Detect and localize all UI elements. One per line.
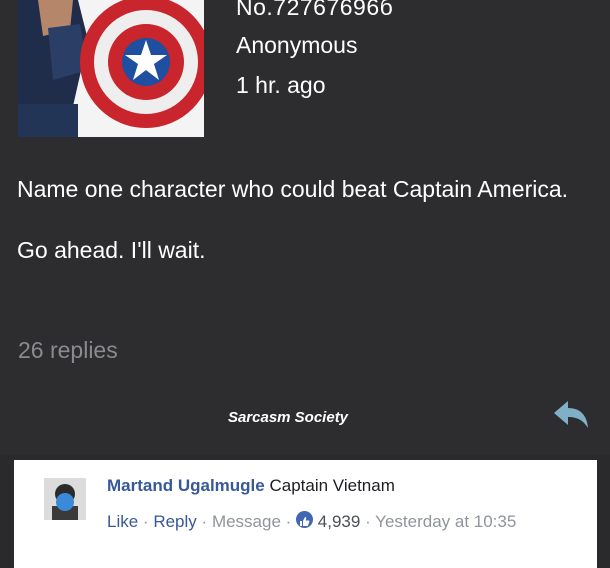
separator: · — [142, 512, 149, 531]
comment-timestamp[interactable]: Yesterday at 10:35 — [375, 512, 516, 531]
separator: · — [285, 512, 292, 531]
watermark-text: Sarcasm Society — [227, 409, 349, 426]
post-number: No.72767696б — [236, 0, 394, 20]
share-arrow-icon[interactable] — [552, 398, 590, 432]
like-count[interactable]: 4,939 — [318, 512, 361, 531]
like-button[interactable]: Like — [107, 512, 138, 531]
comment-text: Captain Vietnam — [269, 476, 395, 495]
separator: · — [365, 512, 371, 531]
post-body: Name one character who could beat Captai… — [17, 174, 592, 296]
separator: · — [201, 512, 208, 531]
message-button[interactable]: Message — [212, 512, 281, 531]
commenter-name[interactable]: Martand Ugalmugle — [107, 476, 265, 495]
post-text-line: Name one character who could beat Captai… — [17, 176, 569, 202]
comment-content: Martand Ugalmugle Captain Vietnam — [107, 476, 395, 496]
post-thumbnail-image[interactable] — [18, 0, 204, 137]
post-timestamp: 1 hr. ago — [236, 72, 326, 98]
post-author: Anonymous — [236, 32, 358, 58]
comment-actions: Like · Reply · Message · 4,939 · Yesterd… — [107, 508, 537, 536]
post-text-line: Go ahead. I'll wait. — [17, 237, 206, 263]
facebook-comment: Martand Ugalmugle Captain Vietnam Like ·… — [14, 460, 597, 568]
greentext-post: No.72767696б Anonymous 1 hr. ago Name on… — [0, 0, 610, 455]
reply-button[interactable]: Reply — [153, 512, 196, 531]
thumbs-up-icon — [296, 511, 314, 528]
replies-count[interactable]: 26 replies — [18, 337, 118, 364]
avatar[interactable] — [44, 478, 86, 520]
captain-america-image — [18, 0, 204, 137]
